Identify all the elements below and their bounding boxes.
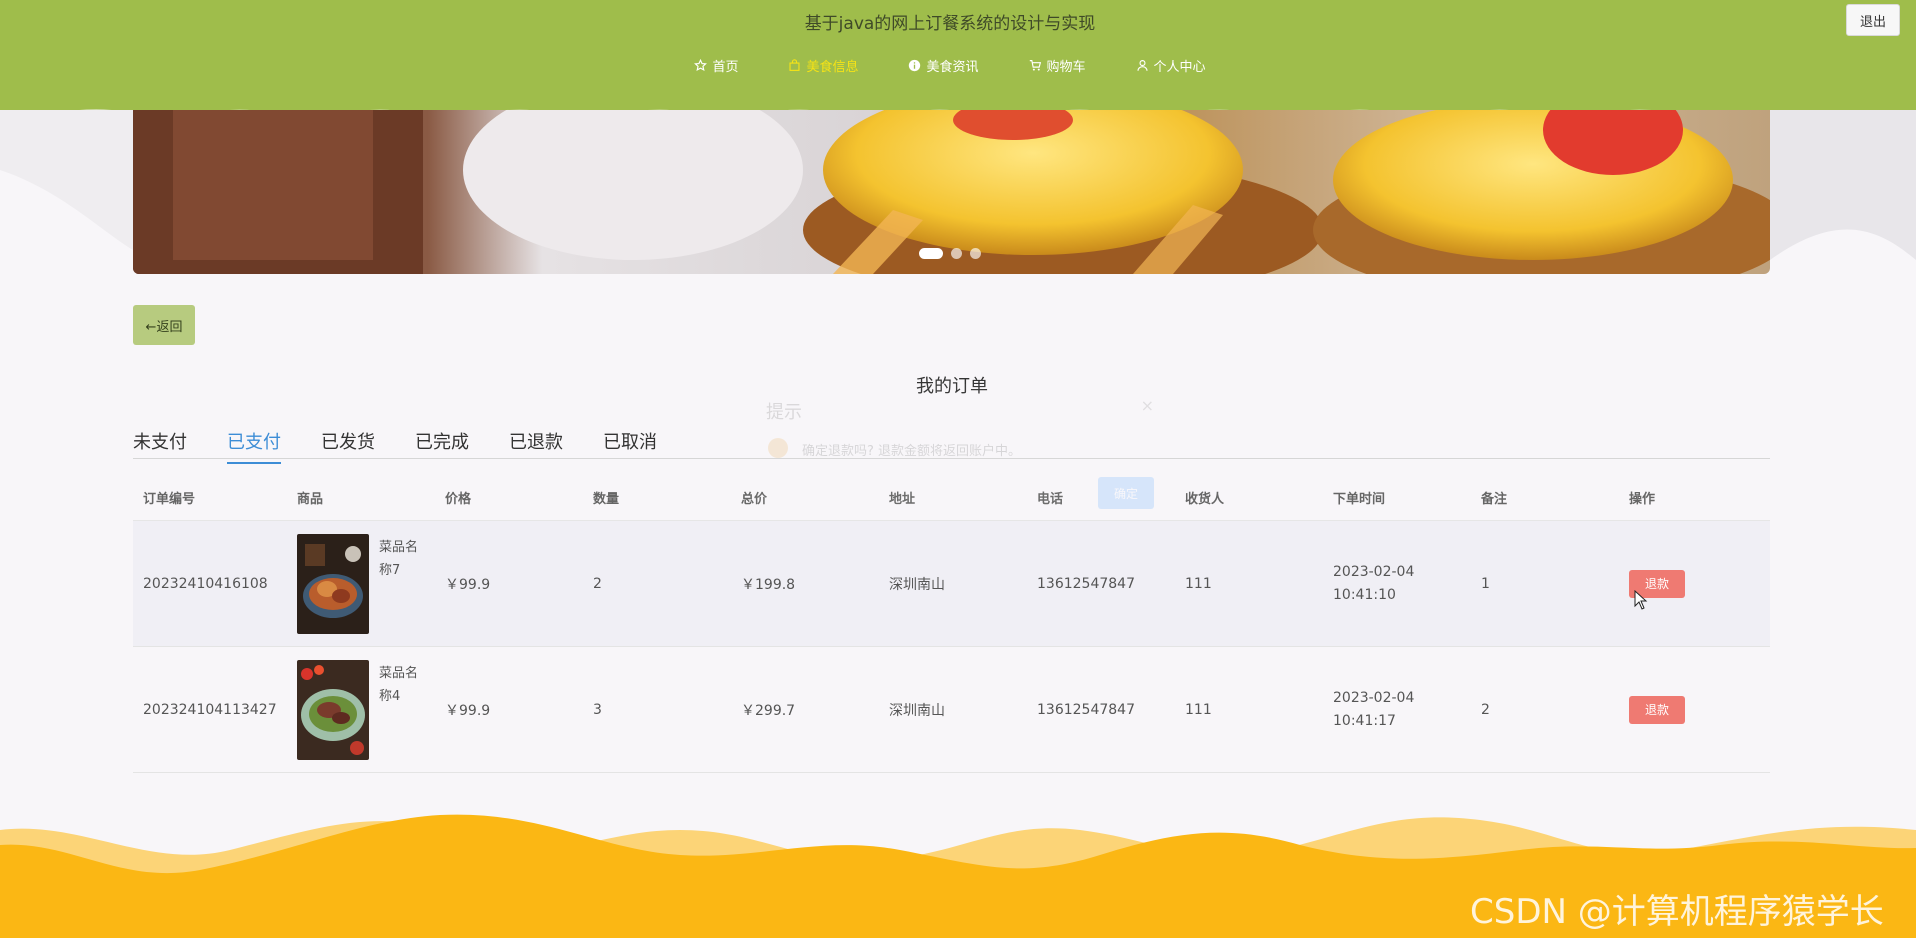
order-number: 20232410416108 xyxy=(143,575,268,592)
total-price: ￥299.7 xyxy=(741,702,796,719)
nav-label: 个人中心 xyxy=(1153,60,1206,75)
site-title: 基于java的网上订餐系统的设计与实现 xyxy=(804,14,1096,34)
order-number: 202324104113427 xyxy=(143,701,277,718)
dish-name: 菜品名称4 xyxy=(379,665,419,704)
csdn-watermark: CSDN @计算机程序猿学长 xyxy=(1470,892,1884,932)
order-time-cell: 2023-02-04 10:41:17 xyxy=(1323,687,1471,733)
info-icon xyxy=(909,59,921,72)
nav-item-home[interactable]: 首页 xyxy=(694,56,738,75)
column-header: 商品 xyxy=(297,491,324,507)
refund-confirm-dialog: 提示 × 确定退款吗? 退款金额将返回账户中。 确定 xyxy=(750,384,1170,516)
column-header: 备注 xyxy=(1481,491,1508,507)
left-decor-wave xyxy=(0,110,133,250)
nav-item-personal-center[interactable]: 个人中心 xyxy=(1136,56,1206,75)
right-decor-wave xyxy=(1770,110,1916,270)
nav-label: 首页 xyxy=(712,60,739,75)
mouse-cursor-icon xyxy=(1634,590,1648,610)
nav-item-food-news[interactable]: 美食资讯 xyxy=(908,56,979,75)
bag-icon xyxy=(789,59,801,71)
address: 深圳南山 xyxy=(889,702,945,719)
order-time: 2023-02-04 10:41:10 xyxy=(1333,563,1415,603)
quantity: 3 xyxy=(593,701,602,718)
refund-button[interactable]: 退款 xyxy=(1629,695,1685,724)
column-header: 价格 xyxy=(445,491,472,507)
carousel-dots xyxy=(919,248,981,259)
carousel-dot[interactable] xyxy=(951,248,962,259)
column-header: 数量 xyxy=(593,491,620,507)
note: 2 xyxy=(1481,701,1490,718)
dialog-title: 提示 xyxy=(766,402,802,423)
nav-item-cart[interactable]: 购物车 xyxy=(1029,56,1086,75)
dish-name: 菜品名称7 xyxy=(379,539,419,578)
price: ￥99.9 xyxy=(445,702,491,719)
main-nav: 首页 美食信息 美食资讯 购物车 个人中心 xyxy=(0,56,1900,75)
nav-label: 美食资讯 xyxy=(926,60,979,75)
logout-button[interactable]: 退出 xyxy=(1846,4,1900,36)
nav-item-food-info[interactable]: 美食信息 xyxy=(788,56,858,75)
dish-image xyxy=(297,533,369,634)
nav-label: 购物车 xyxy=(1046,60,1086,75)
back-button[interactable]: ←返回 xyxy=(133,305,195,345)
warning-icon xyxy=(768,438,788,458)
cart-icon xyxy=(1029,60,1041,71)
table-row: 202324104113427 菜品名称4 ￥99.9 3 ￥299.7 深圳南… xyxy=(133,647,1770,773)
nav-label: 美食信息 xyxy=(806,60,859,75)
column-header: 订单编号 xyxy=(143,491,196,507)
user-icon xyxy=(1136,60,1148,71)
order-time-cell: 2023-02-04 10:41:10 xyxy=(1323,561,1471,607)
goods-cell: 菜品名称7 xyxy=(287,533,435,634)
close-icon[interactable]: × xyxy=(1141,396,1154,415)
column-header: 收货人 xyxy=(1185,491,1225,507)
star-icon xyxy=(694,59,708,71)
column-header: 操作 xyxy=(1629,491,1656,507)
orders-table: 订单编号 商品 价格 数量 总价 地址 电话 收货人 下单时间 备注 操作 20… xyxy=(133,474,1770,773)
carousel-dot[interactable] xyxy=(970,248,981,259)
carousel-dot[interactable] xyxy=(919,248,943,259)
phone: 13612547847 xyxy=(1037,701,1135,718)
price: ￥99.9 xyxy=(445,576,491,593)
column-header: 下单时间 xyxy=(1333,491,1386,507)
dialog-message: 确定退款吗? 退款金额将返回账户中。 xyxy=(802,444,1022,459)
total-price: ￥199.8 xyxy=(741,576,796,593)
table-row: 20232410416108 菜品名称7 ￥99.9 2 ￥199.8 深圳南山… xyxy=(133,521,1770,647)
dish-image xyxy=(297,659,369,760)
note: 1 xyxy=(1481,575,1490,592)
receiver: 111 xyxy=(1185,701,1212,718)
dialog-cancel-button[interactable] xyxy=(1040,482,1080,502)
address: 深圳南山 xyxy=(889,576,945,593)
order-time: 2023-02-04 10:41:17 xyxy=(1333,689,1415,729)
receiver: 111 xyxy=(1185,575,1212,592)
action-cell: 退款 xyxy=(1619,695,1770,724)
phone: 13612547847 xyxy=(1037,575,1135,592)
goods-cell: 菜品名称4 xyxy=(287,659,435,760)
quantity: 2 xyxy=(593,575,602,592)
dialog-confirm-button[interactable]: 确定 xyxy=(1098,477,1154,509)
